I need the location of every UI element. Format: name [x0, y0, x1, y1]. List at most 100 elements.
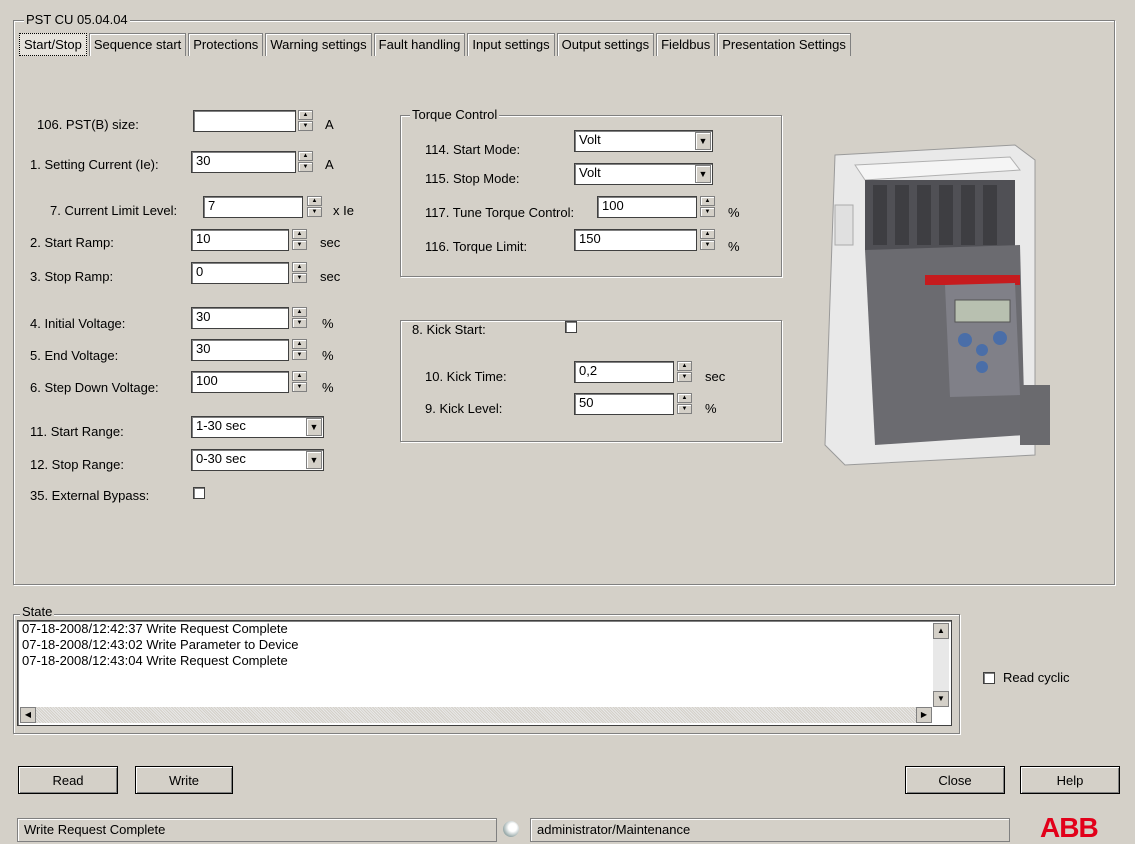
spin-up-icon[interactable]: ▲	[292, 229, 307, 239]
kick-level-unit: %	[705, 401, 717, 416]
write-button[interactable]: Write	[135, 766, 233, 794]
kick-level-input[interactable]: 50	[574, 393, 674, 415]
tune-torque-spinner[interactable]: ▲ ▼	[700, 196, 715, 218]
spin-up-icon[interactable]: ▲	[677, 393, 692, 403]
read-cyclic-label: Read cyclic	[1003, 670, 1070, 685]
spin-up-icon[interactable]: ▲	[292, 339, 307, 349]
tab-warning-settings[interactable]: Warning settings	[265, 33, 372, 56]
dropdown-arrow-icon[interactable]: ▼	[306, 418, 322, 436]
tune-torque-unit: %	[728, 205, 740, 220]
stop-range-select[interactable]: 0-30 sec ▼	[191, 449, 324, 471]
spin-down-icon[interactable]: ▼	[700, 207, 715, 217]
spin-up-icon[interactable]: ▲	[298, 151, 313, 161]
spin-up-icon[interactable]: ▲	[292, 262, 307, 272]
tab-sequence-start[interactable]: Sequence start	[88, 33, 187, 56]
current-limit-label: 7. Current Limit Level:	[50, 203, 178, 218]
stop-ramp-input[interactable]: 0	[191, 262, 289, 284]
spin-up-icon[interactable]: ▲	[677, 361, 692, 371]
setting-current-spinner[interactable]: ▲ ▼	[298, 151, 313, 173]
tab-fieldbus[interactable]: Fieldbus	[656, 33, 716, 56]
pst-size-spinner[interactable]: ▲ ▼	[298, 110, 313, 132]
spin-down-icon[interactable]: ▼	[292, 350, 307, 360]
current-limit-input[interactable]: 7	[203, 196, 303, 218]
spin-up-icon[interactable]: ▲	[298, 110, 313, 120]
spin-up-icon[interactable]: ▲	[700, 229, 715, 239]
pst-size-input[interactable]	[193, 110, 296, 132]
torque-control-title: Torque Control	[410, 107, 500, 122]
spin-down-icon[interactable]: ▼	[292, 382, 307, 392]
spin-up-icon[interactable]: ▲	[700, 196, 715, 206]
close-button[interactable]: Close	[905, 766, 1005, 794]
kick-start-checkbox[interactable]	[565, 321, 577, 333]
end-voltage-input[interactable]: 30	[191, 339, 289, 361]
status-user: administrator/Maintenance	[530, 818, 1010, 842]
tab-output-settings[interactable]: Output settings	[556, 33, 655, 56]
initial-voltage-label: 4. Initial Voltage:	[30, 316, 126, 331]
setting-current-input[interactable]: 30	[191, 151, 296, 173]
spin-down-icon[interactable]: ▼	[292, 318, 307, 328]
status-message: Write Request Complete	[17, 818, 497, 842]
scroll-left-icon[interactable]: ◀	[20, 707, 36, 723]
kick-time-spinner[interactable]: ▲ ▼	[677, 361, 692, 383]
spin-up-icon[interactable]: ▲	[292, 371, 307, 381]
dropdown-arrow-icon[interactable]: ▼	[695, 165, 711, 183]
current-limit-unit: x Ie	[333, 203, 354, 218]
spin-down-icon[interactable]: ▼	[292, 273, 307, 283]
tab-fault-handling[interactable]: Fault handling	[373, 33, 466, 56]
scroll-down-icon[interactable]: ▼	[933, 691, 949, 707]
state-log[interactable]: 07-18-2008/12:42:37 Write Request Comple…	[17, 620, 952, 726]
spin-down-icon[interactable]: ▼	[307, 207, 322, 217]
log-line: 07-18-2008/12:42:37 Write Request Comple…	[22, 621, 288, 636]
read-cyclic-checkbox[interactable]	[983, 672, 995, 684]
start-ramp-input[interactable]: 10	[191, 229, 289, 251]
start-range-select[interactable]: 1-30 sec ▼	[191, 416, 324, 438]
kick-time-input[interactable]: 0,2	[574, 361, 674, 383]
log-line: 07-18-2008/12:43:02 Write Parameter to D…	[22, 637, 299, 652]
pst-size-label: 106. PST(B) size:	[37, 117, 139, 132]
spin-down-icon[interactable]: ▼	[677, 404, 692, 414]
tab-presentation-settings[interactable]: Presentation Settings	[717, 33, 851, 56]
step-down-voltage-input[interactable]: 100	[191, 371, 289, 393]
spin-down-icon[interactable]: ▼	[292, 240, 307, 250]
spin-up-icon[interactable]: ▲	[307, 196, 322, 206]
start-mode-select[interactable]: Volt ▼	[574, 130, 713, 152]
connection-status-icon	[503, 821, 519, 837]
setting-current-unit: A	[325, 157, 334, 172]
end-voltage-label: 5. End Voltage:	[30, 348, 119, 363]
dropdown-arrow-icon[interactable]: ▼	[695, 132, 711, 150]
stop-ramp-unit: sec	[320, 269, 341, 284]
help-button[interactable]: Help	[1020, 766, 1120, 794]
spin-down-icon[interactable]: ▼	[677, 372, 692, 382]
scroll-up-icon[interactable]: ▲	[933, 623, 949, 639]
spin-down-icon[interactable]: ▼	[298, 121, 313, 131]
horizontal-scrollbar[interactable]: ◀ ▶	[20, 707, 932, 723]
spin-down-icon[interactable]: ▼	[298, 162, 313, 172]
spin-up-icon[interactable]: ▲	[292, 307, 307, 317]
spin-down-icon[interactable]: ▼	[700, 240, 715, 250]
step-down-voltage-spinner[interactable]: ▲ ▼	[292, 371, 307, 393]
start-range-value: 1-30 sec	[196, 418, 246, 433]
torque-limit-spinner[interactable]: ▲ ▼	[700, 229, 715, 251]
dropdown-arrow-icon[interactable]: ▼	[306, 451, 322, 469]
stop-mode-select[interactable]: Volt ▼	[574, 163, 713, 185]
initial-voltage-spinner[interactable]: ▲ ▼	[292, 307, 307, 329]
tab-input-settings[interactable]: Input settings	[467, 33, 555, 56]
current-limit-spinner[interactable]: ▲ ▼	[307, 196, 322, 218]
end-voltage-spinner[interactable]: ▲ ▼	[292, 339, 307, 361]
stop-ramp-label: 3. Stop Ramp:	[30, 269, 114, 284]
tab-start-stop[interactable]: Start/Stop	[19, 33, 87, 56]
window-group-title: PST CU 05.04.04	[24, 12, 130, 27]
stop-ramp-spinner[interactable]: ▲ ▼	[292, 262, 307, 284]
vertical-scrollbar[interactable]: ▲ ▼	[933, 623, 949, 707]
tune-torque-input[interactable]: 100	[597, 196, 697, 218]
tab-protections[interactable]: Protections	[188, 33, 264, 56]
tune-torque-label: 117. Tune Torque Control:	[425, 205, 575, 220]
initial-voltage-input[interactable]: 30	[191, 307, 289, 329]
kick-level-spinner[interactable]: ▲ ▼	[677, 393, 692, 415]
read-button[interactable]: Read	[18, 766, 118, 794]
start-ramp-spinner[interactable]: ▲ ▼	[292, 229, 307, 251]
torque-limit-input[interactable]: 150	[574, 229, 697, 251]
scroll-right-icon[interactable]: ▶	[916, 707, 932, 723]
initial-voltage-unit: %	[322, 316, 334, 331]
external-bypass-checkbox[interactable]	[193, 487, 205, 499]
